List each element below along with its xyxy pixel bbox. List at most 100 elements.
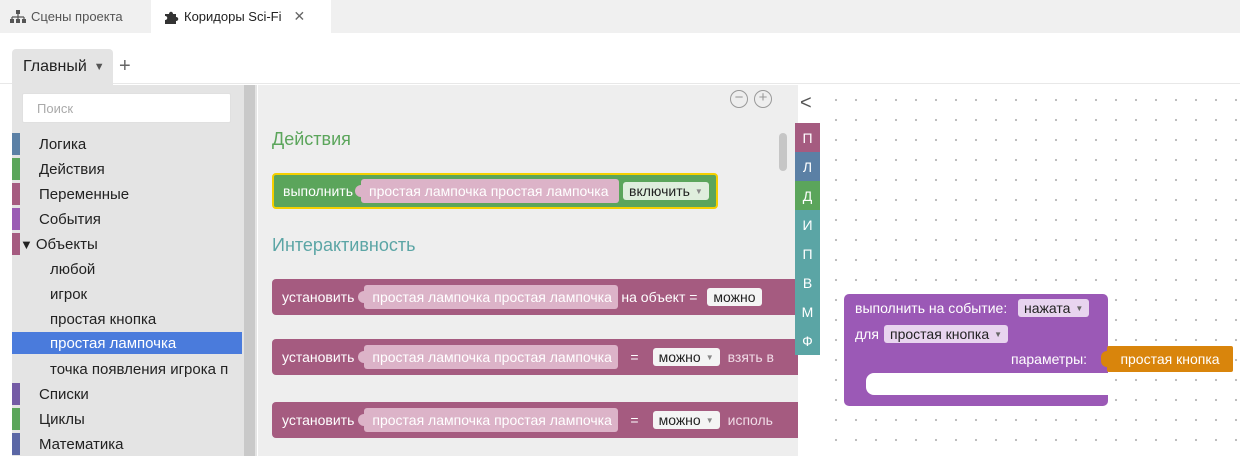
connector-notch (355, 185, 363, 197)
zoom-in-icon[interactable]: + (754, 90, 772, 108)
palette-letter-F[interactable]: Ф (795, 326, 820, 355)
category-label: простая лампочка (50, 334, 177, 352)
chevron-down-icon: ▼ (694, 186, 703, 196)
tab-scifi-corridors[interactable]: Коридоры Sci-Fi ✕ (151, 0, 331, 33)
group-bar: Главный ▼ + (0, 33, 1240, 85)
category-object-player-spawn[interactable]: точка появления игрока п (12, 357, 242, 381)
event-block-label: выполнить на событие: (855, 300, 1008, 316)
palette-letter-P2[interactable]: П (795, 239, 820, 268)
category-label: любой (50, 260, 96, 278)
category-loops[interactable]: Циклы (12, 407, 242, 431)
object-chip[interactable]: простая лампочка простая лампочка (358, 408, 619, 432)
category-logic[interactable]: Логика (12, 132, 242, 156)
object-chip[interactable]: простая лампочка простая лампочка (358, 285, 619, 309)
search-input[interactable] (22, 93, 231, 123)
sitemap-icon (10, 10, 26, 23)
expand-triangle-icon[interactable]: ▼ (20, 237, 33, 252)
event-dropdown[interactable]: нажата ▼ (1018, 299, 1090, 317)
group-tab-label: Главный (23, 58, 87, 75)
category-math[interactable]: Математика (12, 432, 242, 456)
connector-notch (358, 291, 367, 303)
palette-letter-I[interactable]: И (795, 210, 820, 239)
add-group-button[interactable]: + (119, 53, 131, 79)
block-label: = (630, 412, 639, 428)
category-color-bar (12, 183, 20, 205)
block-label: исполь (727, 412, 773, 428)
flyout-scrollbar[interactable] (779, 133, 787, 171)
event-block-label: для (855, 326, 879, 342)
object-chip[interactable]: простая лампочка простая лампочка (355, 179, 619, 203)
category-lists[interactable]: Списки (12, 382, 242, 406)
palette-letter-P[interactable]: П (795, 123, 820, 152)
tab-label: Коридоры Sci-Fi (184, 9, 282, 24)
object-chip[interactable]: простая лампочка простая лампочка (358, 345, 619, 369)
section-heading-interactivity: Интерактивность (272, 235, 416, 255)
tab-project-scenes[interactable]: Сцены проекта (10, 0, 150, 33)
action-dropdown-value: включить (629, 183, 690, 199)
category-label: точка появления игрока п (50, 360, 229, 378)
set-block[interactable]: установить простая лампочка простая ламп… (272, 279, 798, 315)
palette-letter-D[interactable]: Д (795, 181, 820, 210)
category-label: Математика (39, 435, 124, 453)
block-label: выполнить (283, 183, 353, 199)
connector-notch (358, 414, 367, 426)
close-icon[interactable]: ✕ (294, 8, 306, 25)
palette-letter-V[interactable]: В (795, 268, 820, 297)
category-color-bar (12, 133, 20, 155)
group-tab-main[interactable]: Главный ▼ (12, 49, 113, 85)
chevron-down-icon[interactable]: ▼ (94, 61, 105, 73)
action-dropdown[interactable]: включить ▼ (623, 182, 709, 200)
category-object-simple-button[interactable]: простая кнопка (12, 307, 242, 331)
category-label: Переменные (39, 185, 130, 203)
action-block[interactable]: выполнить простая лампочка простая лампо… (272, 173, 718, 209)
connector-notch (358, 351, 367, 363)
permission-dropdown-value: можно (658, 349, 701, 365)
block-flyout: − + Действия выполнить простая лампочка … (258, 85, 798, 456)
object-chip-label: простая лампочка простая лампочка (369, 183, 609, 199)
section-heading-actions: Действия (272, 129, 351, 149)
object-dropdown[interactable]: простая кнопка ▼ (884, 325, 1009, 343)
category-object-any[interactable]: любой (12, 257, 242, 281)
category-color-bar (12, 408, 20, 430)
block-label: взять в (727, 349, 774, 365)
block-label: установить (282, 349, 355, 365)
collapse-palette-icon[interactable]: < (800, 92, 812, 115)
object-chip-label: простая лампочка простая лампочка (372, 412, 612, 428)
block-label: установить (282, 412, 355, 428)
category-color-bar (12, 433, 20, 455)
object-chip-label: простая лампочка простая лампочка (372, 349, 612, 365)
category-events[interactable]: События (12, 207, 242, 231)
param-value-block[interactable]: простая кнопка (1107, 346, 1233, 372)
category-label: Циклы (39, 410, 85, 428)
object-chip-label: простая лампочка простая лампочка (372, 289, 612, 305)
block-label: на объект = (621, 289, 698, 305)
chevron-down-icon: ▼ (1075, 303, 1084, 313)
category-variables[interactable]: Переменные (12, 182, 242, 206)
tab-label: Сцены проекта (31, 9, 123, 24)
category-label: Действия (39, 160, 105, 178)
category-objects[interactable]: ▼ Объекты (12, 232, 242, 256)
zoom-out-icon[interactable]: − (730, 90, 748, 108)
palette-letter-L[interactable]: Л (795, 152, 820, 181)
chevron-down-icon: ▼ (994, 329, 1003, 339)
set-block[interactable]: установить простая лампочка простая ламп… (272, 402, 798, 438)
category-label: Объекты (35, 235, 98, 253)
category-object-player[interactable]: игрок (12, 282, 242, 306)
category-object-simple-lamp[interactable]: простая лампочка (12, 332, 242, 354)
palette-letter-M[interactable]: М (795, 297, 820, 326)
chevron-down-icon: ▼ (705, 415, 714, 425)
category-color-bar (12, 208, 20, 230)
permission-dropdown[interactable]: можно ▼ (652, 348, 720, 366)
category-panel: Логика Действия Переменные События ▼ Объ… (12, 85, 257, 456)
permission-dropdown-value: можно (713, 289, 756, 305)
category-label: игрок (50, 285, 88, 303)
permission-dropdown[interactable]: можно ▼ (652, 411, 720, 429)
set-block[interactable]: установить простая лампочка простая ламп… (272, 339, 798, 375)
tab-bar: Сцены проекта Коридоры Sci-Fi ✕ (0, 0, 1240, 33)
puzzle-icon (165, 11, 179, 24)
permission-dropdown[interactable]: можно (707, 288, 762, 306)
category-scrollbar[interactable] (244, 85, 255, 456)
block-label: = (630, 349, 639, 365)
category-actions[interactable]: Действия (12, 157, 242, 181)
statement-slot[interactable] (866, 373, 1108, 395)
